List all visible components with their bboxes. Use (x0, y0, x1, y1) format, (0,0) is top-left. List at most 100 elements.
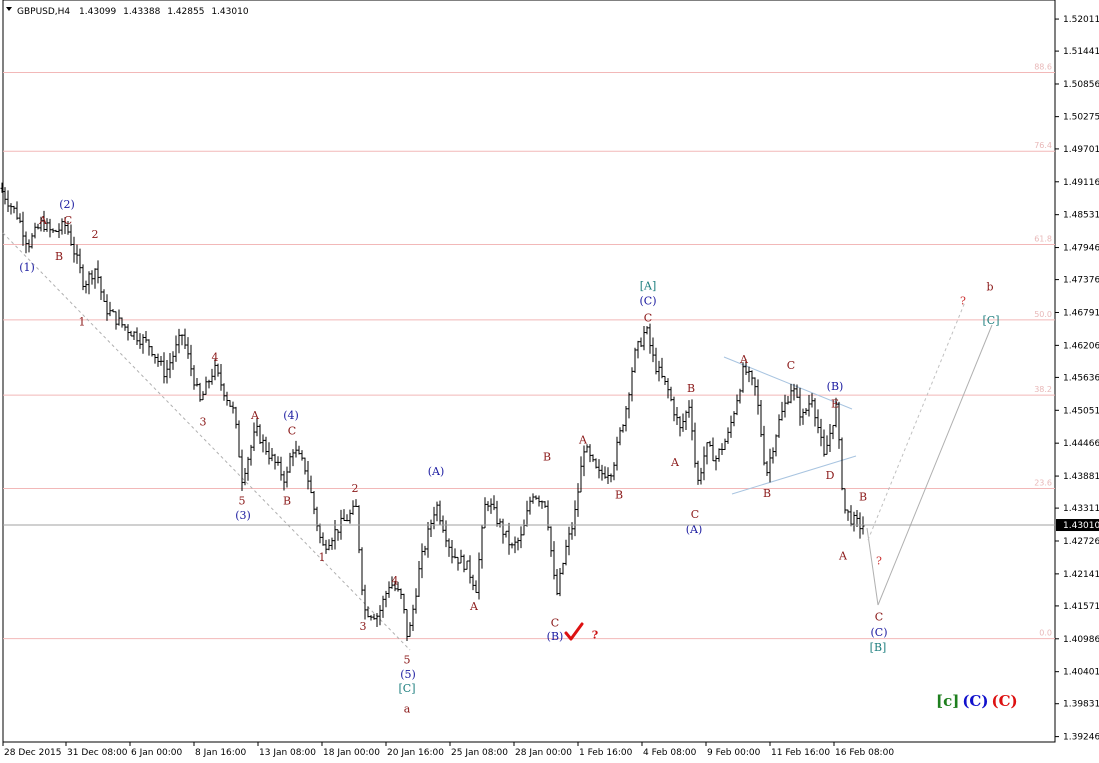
wave-label: (1) (19, 261, 35, 274)
wave-label: (B) (547, 630, 564, 643)
fibonacci-levels: 88.6 76.4 61.8 50.0 38.2 23.6 0.0 (3, 63, 1055, 640)
time-tick-label: 4 Feb 08:00 (643, 748, 697, 758)
wave-label: E (831, 398, 839, 411)
high-value: 1.43388 (123, 7, 160, 17)
close-value: 1.43010 (211, 7, 248, 17)
price-tick-label: 1.47946 (1063, 244, 1099, 254)
wave-label: 2 (352, 482, 359, 495)
price-tick-label: 1.50275 (1063, 113, 1099, 123)
wave-label: B (543, 450, 551, 463)
wave-label: [C] (983, 314, 1000, 327)
wave-label: (B) (827, 380, 844, 393)
price-tick-label: 1.43311 (1063, 504, 1099, 514)
price-tick-label: 1.50856 (1063, 80, 1099, 90)
price-tick-label: 1.42726 (1063, 537, 1099, 547)
wave-label: B (687, 382, 695, 395)
price-chart[interactable]: GBPUSD,H4 1.43099 1.43388 1.42855 1.4301… (0, 0, 1099, 763)
price-tick-label: 1.39831 (1063, 700, 1099, 710)
price-tick-label: 1.49116 (1063, 178, 1099, 188)
time-tick-label: 28 Jan 00:00 (515, 748, 572, 758)
time-tick-label: 31 Dec 08:00 (67, 748, 128, 758)
wave-label: B (55, 250, 63, 263)
price-tick-label: 1.45051 (1063, 406, 1099, 416)
price-tick-label: 1.42141 (1063, 570, 1099, 580)
price-tick-label: 1.39246 (1063, 733, 1099, 743)
price-tick-label: 1.48531 (1063, 211, 1099, 221)
price-tick-label: 1.46206 (1063, 341, 1099, 351)
wave-label: 5 (404, 653, 411, 666)
wave-label: A (578, 434, 588, 447)
wave-label: B (859, 490, 867, 503)
fib-level-label: 23.6 (1034, 478, 1052, 487)
time-axis[interactable]: 28 Dec 2015 31 Dec 08:00 6 Jan 00:00 8 Jan … (2, 742, 894, 758)
fib-level-label: 76.4 (1034, 141, 1052, 150)
wave-label: 3 (360, 620, 367, 633)
wave-label: 1 (79, 316, 86, 329)
wave-label: (C) (871, 626, 888, 639)
wave-label: 4 (212, 351, 219, 364)
price-tick-label: 1.43881 (1063, 472, 1099, 482)
time-tick-label: 20 Jan 16:00 (387, 748, 444, 758)
wave-label: (3) (235, 509, 251, 522)
wave-label: [C] (399, 682, 416, 695)
symbol-label: GBPUSD,H4 (17, 7, 70, 17)
wave-label: C (551, 616, 559, 629)
wave-trendlines (2, 232, 993, 651)
wave-label: C (644, 312, 652, 325)
wave-label: C (875, 611, 883, 624)
wave-label: (A) (428, 465, 445, 478)
time-tick-label: 18 Jan 00:00 (323, 748, 380, 758)
wave-label: b (986, 281, 993, 294)
price-axis[interactable]: 1.52011 1.51441 1.50856 1.50275 1.49701 1.491… (1055, 15, 1099, 743)
price-bars (0, 182, 865, 642)
price-tick-label: 1.52011 (1063, 15, 1099, 25)
time-tick-label: 9 Feb 00:00 (707, 748, 761, 758)
open-value: 1.43099 (79, 7, 116, 17)
wave-label: (C) (640, 295, 657, 308)
wave-label: 5 (239, 494, 246, 507)
wave-label: C (787, 359, 795, 372)
fib-level-label: 88.6 (1034, 63, 1052, 72)
wave-label: 3 (200, 416, 207, 429)
wave-label: B (763, 487, 771, 500)
price-tick-label: 1.46791 (1063, 308, 1099, 318)
dropdown-arrow-icon[interactable] (6, 7, 12, 11)
price-tick-label: 1.49701 (1063, 145, 1099, 155)
wave-label: B (615, 489, 623, 502)
fib-level-label: 61.8 (1034, 235, 1052, 244)
price-tick-label: 1.41571 (1063, 602, 1099, 612)
wave-legend: [c] (C) (C) (936, 692, 1018, 710)
wave-label: C (691, 508, 699, 521)
projection-up-line (877, 324, 993, 606)
wave-label: (5) (400, 668, 416, 681)
wave-label: A (838, 549, 848, 562)
wave-label: (4) (283, 409, 299, 422)
wave-label: B (283, 494, 291, 507)
legend-entry: (C) (962, 692, 988, 710)
time-tick-label: 28 Dec 2015 (4, 748, 62, 758)
time-tick-label: 13 Jan 08:00 (259, 748, 316, 758)
plot-frame (2, 0, 1056, 743)
wave-label: C (288, 425, 296, 438)
wave-label: D (826, 469, 835, 482)
wave-label: (2) (59, 198, 75, 211)
wave-label: [B] (870, 641, 887, 654)
time-tick-label: 11 Feb 16:00 (771, 748, 830, 758)
wave-label: A (739, 353, 749, 366)
wave-label: A (670, 456, 680, 469)
legend-entry: [c] (936, 692, 959, 710)
wave-label: ? (960, 295, 966, 308)
price-tick-label: 1.40401 (1063, 668, 1099, 678)
time-tick-label: 16 Feb 08:00 (835, 748, 894, 758)
fib-level-label: 50.0 (1034, 310, 1052, 319)
wave-label: [A] (640, 280, 657, 293)
wave-label: a (404, 702, 411, 715)
price-tick-label: 1.44466 (1063, 439, 1099, 449)
time-tick-label: 1 Feb 16:00 (579, 748, 633, 758)
price-tick-label: 1.40986 (1063, 635, 1099, 645)
price-tick-label: 1.51441 (1063, 47, 1099, 57)
legend-entry: (C) (991, 692, 1017, 710)
svg-text:GBPUSD,H4 1.43099 1.43: GBPUSD,H4 1.43099 1.43388 1.42855 1.4301… (17, 7, 249, 17)
time-tick-label: 8 Jan 16:00 (195, 748, 247, 758)
wave-label: ? (876, 554, 882, 567)
